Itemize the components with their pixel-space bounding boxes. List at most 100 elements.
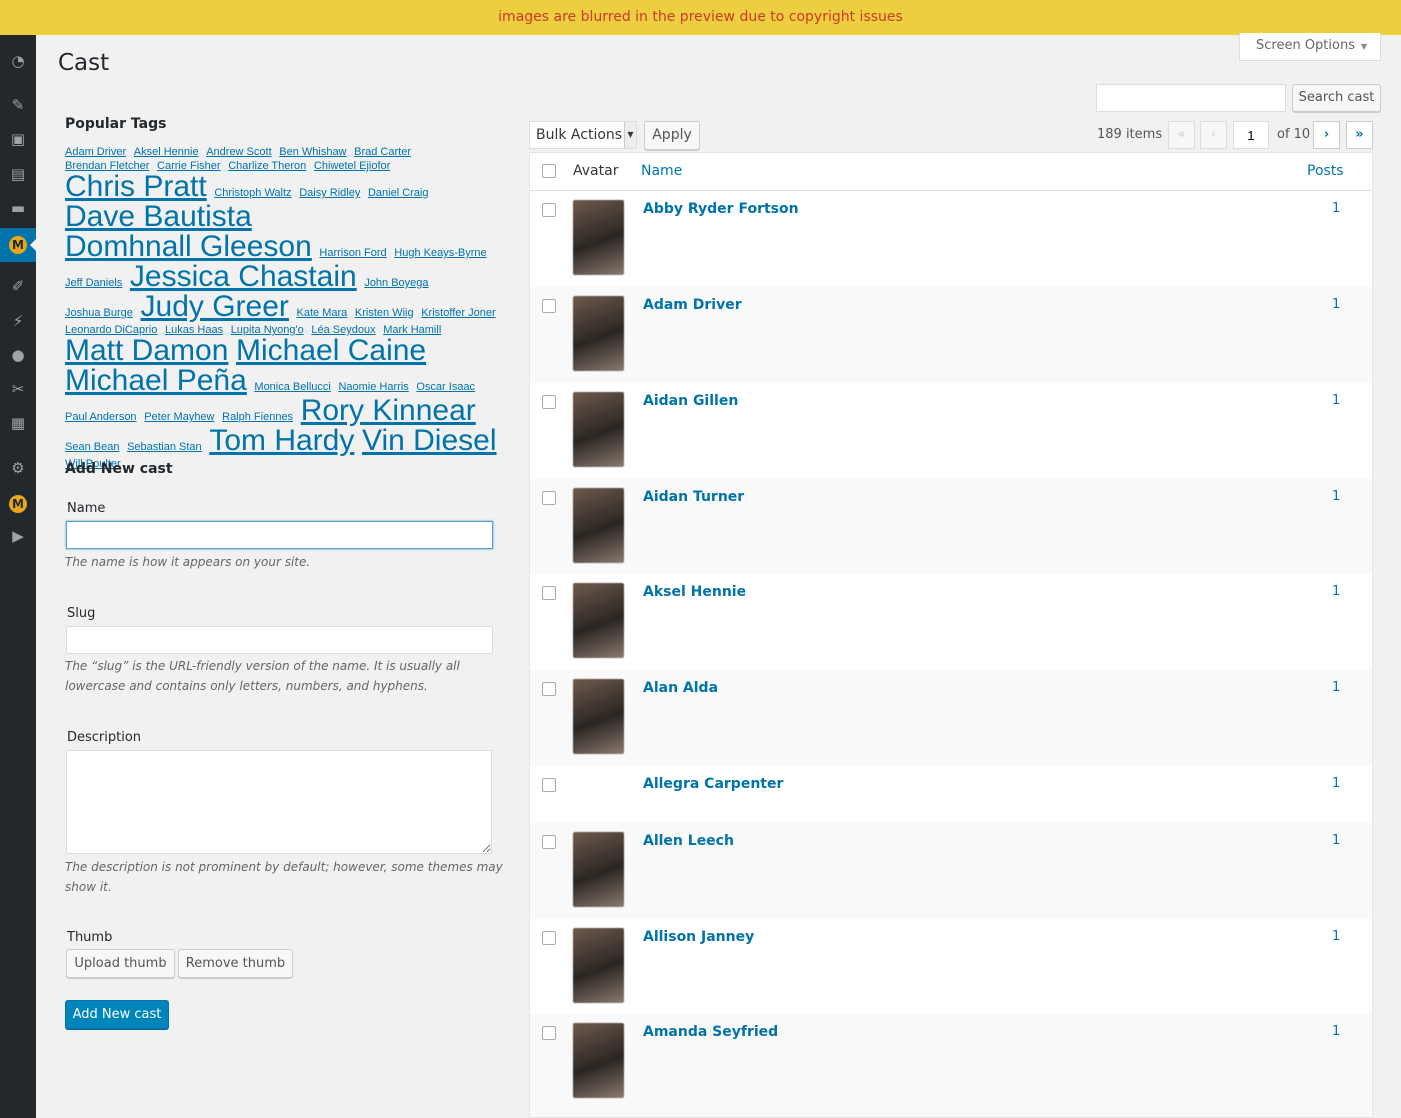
tag-link[interactable]: Michael Peña (65, 364, 247, 397)
column-posts[interactable]: Posts (1307, 163, 1344, 179)
cast-name-link[interactable]: Adam Driver (643, 297, 742, 313)
row-checkbox[interactable] (542, 835, 556, 849)
row-checkbox[interactable] (542, 491, 556, 505)
cast-posts-count[interactable]: 1 (1332, 929, 1340, 944)
tag-link[interactable]: Kristoffer Joner (421, 307, 495, 319)
comments-icon[interactable]: ▬ (8, 198, 28, 218)
tag-link[interactable]: Domhnall Gleeson (65, 230, 312, 263)
last-page-button[interactable]: » (1346, 121, 1373, 149)
remove-thumb-button[interactable]: Remove thumb (178, 949, 293, 978)
row-checkbox[interactable] (542, 299, 556, 313)
tag-link[interactable]: Kristen Wiig (355, 307, 414, 319)
cast-name-link[interactable]: Abby Ryder Fortson (643, 201, 799, 217)
table-row: Amanda Seyfried 1 (530, 1014, 1372, 1110)
cast-posts-count[interactable]: 1 (1332, 680, 1340, 695)
tag-link[interactable]: Dave Bautista (65, 200, 252, 233)
tag-link[interactable]: Jeff Daniels (65, 277, 122, 289)
bulk-actions-select[interactable]: Bulk Actions ▼ (529, 121, 637, 149)
cast-name-link[interactable]: Alan Alda (643, 680, 718, 696)
tag-link[interactable]: Jessica Chastain (130, 260, 357, 293)
screen-options-button[interactable]: Screen Options ▼ (1239, 33, 1381, 61)
current-page-input[interactable] (1233, 121, 1269, 149)
tag-link[interactable]: Adam Driver (65, 146, 126, 158)
tag-link[interactable]: Andrew Scott (206, 146, 271, 158)
pin-icon[interactable]: ✎ (8, 95, 28, 115)
cast-posts-count[interactable]: 1 (1332, 489, 1340, 504)
cast-name-link[interactable]: Allegra Carpenter (643, 776, 783, 792)
tag-link[interactable]: Oscar Isaac (416, 381, 475, 393)
row-checkbox[interactable] (542, 203, 556, 217)
tag-link[interactable]: Judy Greer (141, 290, 289, 323)
row-checkbox[interactable] (542, 586, 556, 600)
cast-name-link[interactable]: Allison Janney (643, 929, 754, 945)
play-icon[interactable]: ▶ (8, 526, 28, 546)
tag-link[interactable]: Joshua Burge (65, 307, 133, 319)
tag-link[interactable]: Rory Kinnear (301, 394, 476, 427)
cast-name-link[interactable]: Aksel Hennie (643, 584, 746, 600)
column-name[interactable]: Name (641, 163, 682, 179)
tag-link[interactable]: Daisy Ridley (299, 187, 360, 199)
tag-link[interactable]: Chris Pratt (65, 170, 207, 203)
tag-link[interactable]: Charlize Theron (228, 160, 306, 172)
cast-posts-count[interactable]: 1 (1332, 393, 1340, 408)
name-field[interactable] (66, 521, 493, 549)
tag-link[interactable]: John Boyega (364, 277, 428, 289)
settings-box-icon[interactable]: ▦ (8, 413, 28, 433)
tag-link[interactable]: Brad Carter (354, 146, 411, 158)
cast-posts-count[interactable]: 1 (1332, 833, 1340, 848)
first-page-button: « (1168, 121, 1195, 149)
cast-posts-count[interactable]: 1 (1332, 776, 1340, 791)
tag-link[interactable]: Matt Damon (65, 334, 228, 367)
users-icon[interactable]: ● (8, 345, 28, 365)
tag-link[interactable]: Monica Bellucci (254, 381, 330, 393)
search-button[interactable]: Search cast (1292, 84, 1381, 112)
movie-logo-icon[interactable]: M (8, 234, 28, 254)
tag-link[interactable]: Aksel Hennie (134, 146, 199, 158)
description-field[interactable] (66, 750, 492, 854)
tools-icon[interactable]: ✂ (8, 379, 28, 399)
apply-button[interactable]: Apply (644, 121, 700, 150)
tag-link[interactable]: Harrison Ford (319, 247, 386, 259)
cast-posts-count[interactable]: 1 (1332, 201, 1340, 216)
tag-link[interactable]: Tom Hardy (209, 424, 354, 457)
next-page-button[interactable]: › (1313, 121, 1340, 149)
tag-link[interactable]: Ben Whishaw (279, 146, 346, 158)
tag-link[interactable]: Paul Anderson (65, 411, 137, 423)
tag-link[interactable]: Ralph Fiennes (222, 411, 293, 423)
row-checkbox[interactable] (542, 395, 556, 409)
slug-field[interactable] (66, 626, 493, 654)
select-all-checkbox[interactable] (542, 164, 556, 178)
cast-name-link[interactable]: Allen Leech (643, 833, 734, 849)
cast-posts-count[interactable]: 1 (1332, 584, 1340, 599)
gear-icon[interactable]: ⚙ (8, 458, 28, 478)
tag-link[interactable]: Christoph Waltz (214, 187, 291, 199)
search-input[interactable] (1096, 84, 1286, 112)
cast-name-link[interactable]: Aidan Turner (643, 489, 744, 505)
tag-link[interactable]: Chiwetel Ejiofor (314, 160, 390, 172)
media-icon[interactable]: ▣ (8, 129, 28, 149)
add-new-cast-button[interactable]: Add New cast (65, 1000, 169, 1029)
tag-link[interactable]: Sebastian Stan (127, 441, 202, 453)
plugins-icon[interactable]: ⚡ (8, 311, 28, 331)
tag-link[interactable]: Naomie Harris (338, 381, 408, 393)
appearance-icon[interactable]: ✐ (8, 276, 28, 296)
row-checkbox[interactable] (542, 682, 556, 696)
upload-thumb-button[interactable]: Upload thumb (66, 949, 175, 978)
tag-link[interactable]: Sean Bean (65, 441, 119, 453)
tag-link[interactable]: Peter Mayhew (144, 411, 214, 423)
pages-icon[interactable]: ▤ (8, 164, 28, 184)
row-checkbox[interactable] (542, 778, 556, 792)
tag-link[interactable]: Hugh Keays-Byrne (394, 247, 486, 259)
tag-link[interactable]: Vin Diesel (362, 424, 497, 457)
dashboard-icon[interactable]: ◔ (8, 51, 28, 71)
cast-name-link[interactable]: Amanda Seyfried (643, 1024, 778, 1040)
tag-link[interactable]: Daniel Craig (368, 187, 429, 199)
tag-link[interactable]: Michael Caine (236, 334, 426, 367)
cast-posts-count[interactable]: 1 (1332, 297, 1340, 312)
cast-posts-count[interactable]: 1 (1332, 1024, 1340, 1039)
cast-name-link[interactable]: Aidan Gillen (643, 393, 738, 409)
tag-link[interactable]: Kate Mara (297, 307, 348, 319)
movie-plugin-icon[interactable]: M (8, 493, 28, 513)
row-checkbox[interactable] (542, 931, 556, 945)
row-checkbox[interactable] (542, 1026, 556, 1040)
